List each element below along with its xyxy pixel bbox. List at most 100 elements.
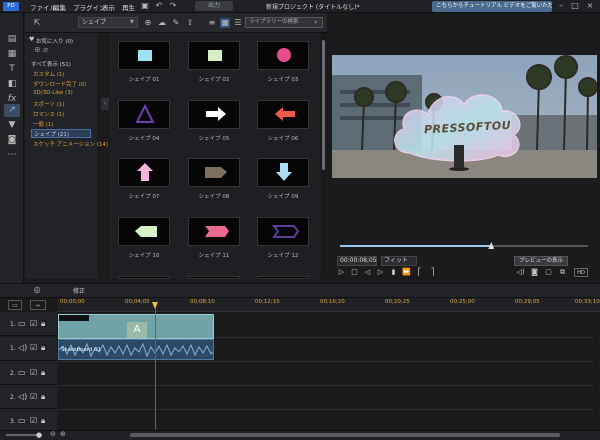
category-general[interactable]: 一般 (1) [33,120,54,128]
shape-thumbnail[interactable] [257,276,309,279]
sort-icon[interactable]: ≡ [207,18,217,28]
fit-timeline-icon[interactable]: ⇔ [30,300,46,310]
timeline-scrollbar[interactable] [593,312,599,430]
edit-icon[interactable]: ✎ [171,18,181,28]
checkbox-icon[interactable]: ☑ [30,343,37,352]
shape-room-icon[interactable]: ↗ [4,104,20,117]
play-icon[interactable]: ▷ [337,268,346,277]
library-scroll-thumb[interactable] [322,40,325,170]
library-dropdown[interactable]: シェイプ [78,17,138,28]
fast-forward-icon[interactable]: ⏩ [402,268,411,277]
hd-quality-icon[interactable]: HD [574,268,588,277]
checkbox-icon[interactable]: ☑ [30,392,37,401]
shape-thumbnail[interactable] [118,158,170,187]
preview-window-button[interactable]: プレビューの表示 [514,256,568,266]
lock-icon[interactable]: 🔒︎ [41,343,45,353]
shape-thumbnail[interactable] [188,41,240,70]
menu-plugin[interactable]: プラグイン [73,2,106,12]
grid-view-icon[interactable]: ▦ [220,18,230,28]
shape-thumbnail[interactable] [118,276,170,279]
shape-thumbnail[interactable] [188,158,240,187]
shape-thumbnail[interactable] [118,217,170,246]
tutorial-notice[interactable]: こちらからチュートリアル ビデオをご覧いただけます。 [432,1,552,12]
audio-icon[interactable]: ◙ [4,134,20,147]
volume-icon[interactable]: ◁) [516,268,525,277]
checkbox-icon[interactable]: ☑ [30,368,37,377]
audio-clip[interactable]: Skateboard 01 [58,339,214,360]
category-sports[interactable]: スポーツ (1) [33,100,64,108]
particle-icon[interactable]: ▼ [4,119,20,132]
lock-icon[interactable]: 🔒︎ [41,319,45,329]
shape-thumbnail-label: シェイプ 12 [267,253,299,259]
upload-icon[interactable]: ⇪ [185,18,195,28]
snapshot-icon[interactable]: ◙ [530,268,539,277]
category-all[interactable]: すべて表示 (51) [31,60,71,68]
close-icon[interactable]: × [585,1,595,11]
lock-icon[interactable]: 🔒︎ [41,392,45,402]
output-button[interactable]: 出力 [195,1,233,11]
next-frame-icon[interactable]: ▷ [376,268,385,277]
split-icon[interactable]: ▮ [389,268,398,277]
video-track-icon: ▭ [18,319,26,328]
shape-thumbnail[interactable] [118,41,170,70]
undock-icon[interactable]: ⧉ [558,268,567,277]
redo-icon[interactable]: ↷ [168,1,178,11]
category-downloaded[interactable]: ダウンロード完了 (0) [33,80,87,88]
menu-view[interactable]: 表示 [102,2,115,12]
category-favorites[interactable]: お気に入り (0) [36,37,73,45]
download-icon[interactable]: ☁ [157,18,167,28]
fix-enhance-button[interactable]: 修正 [73,286,85,295]
shape-thumbnail[interactable] [257,158,309,187]
zoom-handle-icon[interactable]: ● [36,431,42,439]
checkbox-icon[interactable]: ☑ [30,416,37,425]
mark-out-icon[interactable]: ⎤ [428,268,437,277]
category-romance[interactable]: ロマンス (1) [33,110,64,118]
shape-thumbnail[interactable] [188,100,240,129]
lock-icon[interactable]: 🔒︎ [41,368,45,378]
shape-thumbnail[interactable] [188,276,240,279]
category-3d[interactable]: 3D/3D-Like (3) [33,90,73,96]
menu-play[interactable]: 再生 [122,2,135,12]
more-icon[interactable]: ⋯ [4,149,20,162]
menu-edit[interactable]: 編集 [53,2,66,12]
shape-thumbnail[interactable] [257,41,309,70]
mark-in-icon[interactable]: ⎡ [415,268,424,277]
shape-thumbnail[interactable] [118,100,170,129]
save-icon[interactable]: ▣ [140,1,150,11]
shape-thumbnail[interactable] [257,217,309,246]
shape-thumbnail[interactable] [257,100,309,129]
import-icon[interactable]: ⇱ [32,18,42,28]
collapse-panel-button[interactable]: ‹ [101,98,109,110]
timeline-view-icon[interactable]: ◎ [32,285,42,295]
undo-icon[interactable]: ↶ [154,1,164,11]
zoom-fit-dropdown[interactable]: フィット [381,256,417,266]
add-shape-icon[interactable]: ⊕ [143,18,153,28]
timeline-horizontal-scroll[interactable] [130,433,560,437]
track-manager-icon[interactable]: ▭ [8,300,22,310]
search-input[interactable]: ライブラリーの検索 [245,17,323,28]
media-room-icon[interactable]: ▤ [4,33,20,46]
prev-frame-icon[interactable]: ◁ [363,268,372,277]
maximize-icon[interactable]: □ [570,1,580,11]
list-view-icon[interactable]: ☰ [233,18,243,28]
category-sketch[interactable]: スケッチ アニメーション (14) [33,140,108,148]
3d-icon[interactable]: ▢ [544,268,553,277]
add-tag-icon[interactable]: ⊕ ⌀ [34,45,48,54]
timecode-display[interactable]: 00:00:08;05 [337,256,377,266]
lock-icon[interactable]: 🔒︎ [41,416,45,426]
transition-icon[interactable]: ◧ [4,78,20,91]
video-clip[interactable]: A [58,314,214,339]
ruler-tick: 00;12;15 [255,299,280,305]
category-custom[interactable]: カスタム (1) [33,70,65,78]
title-icon[interactable]: T [4,63,20,76]
stop-icon[interactable]: □ [350,268,359,277]
shape-thumbnail[interactable] [188,217,240,246]
minimize-icon[interactable]: – [556,1,566,11]
checkbox-icon[interactable]: ☑ [30,319,37,328]
heart-icon: ♥ [29,36,35,43]
category-shape[interactable]: シェイプ (21) [31,129,91,138]
zoom-out-icon[interactable]: ⊖ [50,430,56,438]
shape-thumbnail-label: シェイプ 06 [267,136,299,142]
film-icon[interactable]: ▦ [4,48,20,61]
zoom-in-icon[interactable]: ⊕ [60,430,66,438]
